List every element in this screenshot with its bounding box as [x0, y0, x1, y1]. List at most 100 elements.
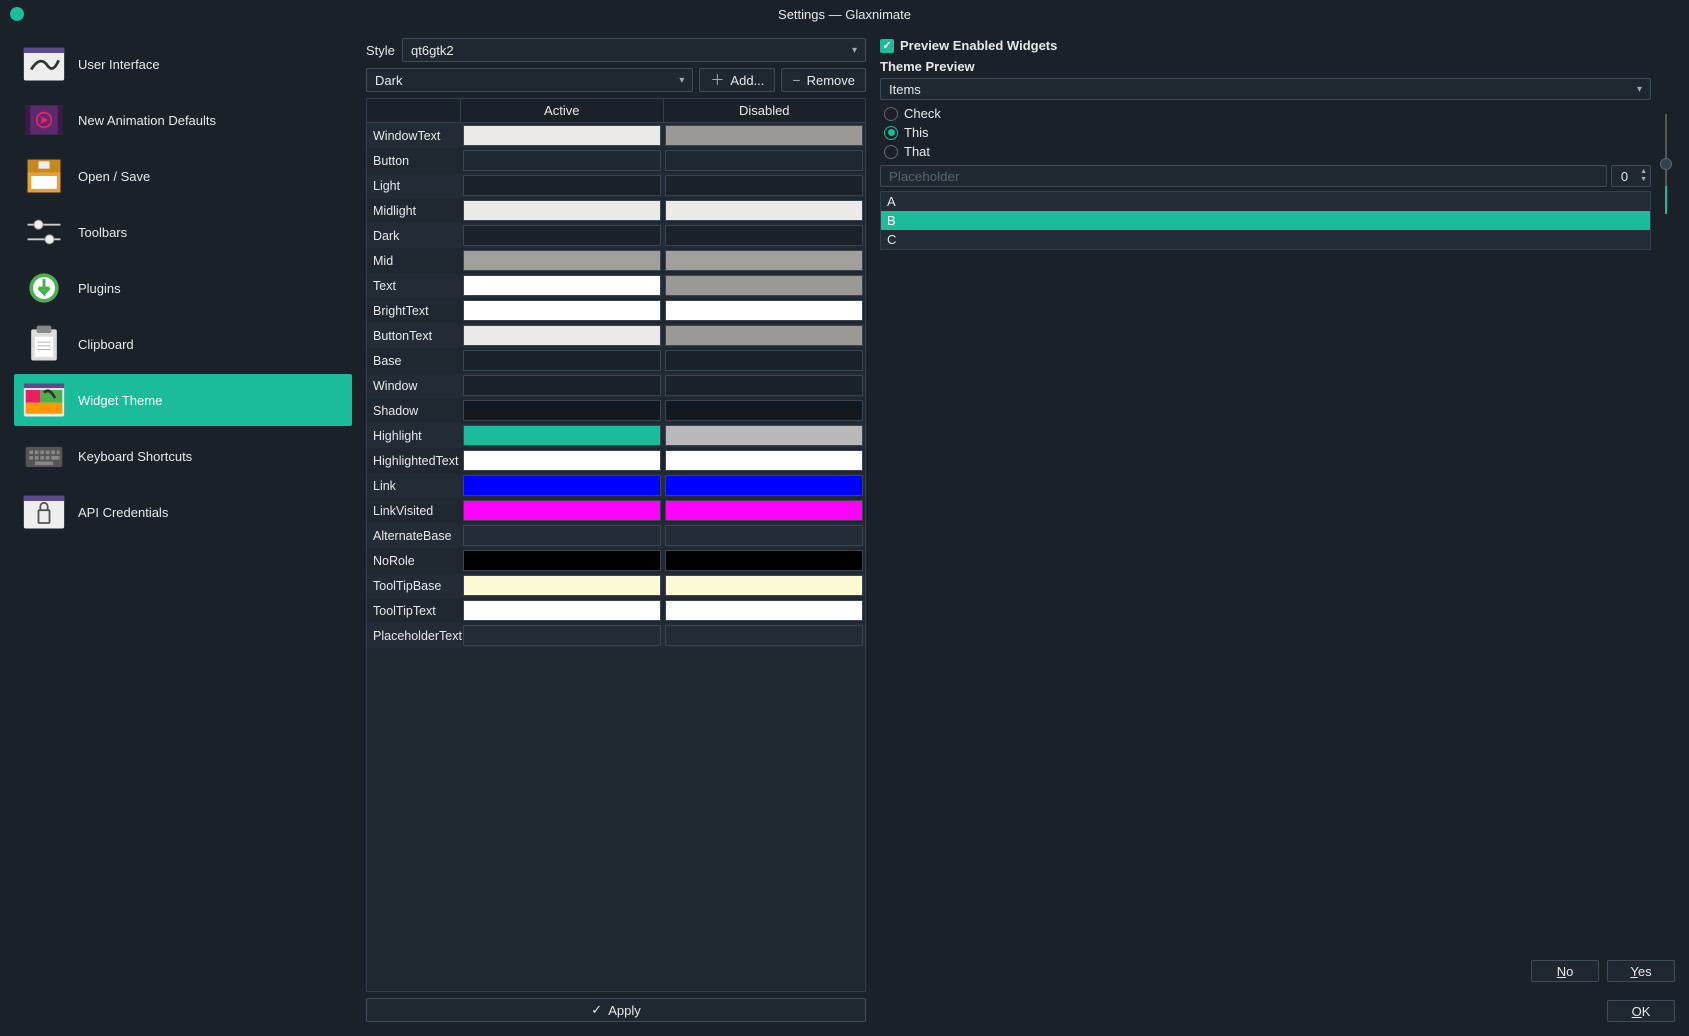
color-row-dark: Dark: [367, 223, 865, 248]
color-swatch-disabled[interactable]: [663, 173, 865, 198]
title-bar: Settings — Glaxnimate: [0, 0, 1689, 28]
color-table: Active Disabled WindowTextButtonLightMid…: [366, 98, 866, 992]
style-label: Style: [366, 43, 394, 58]
color-swatch-active[interactable]: [461, 423, 663, 448]
color-swatch-active[interactable]: [461, 323, 663, 348]
color-swatch-disabled[interactable]: [663, 473, 865, 498]
color-row-label: Link: [367, 473, 461, 498]
color-swatch-disabled[interactable]: [663, 598, 865, 623]
sidebar-item-widget-theme[interactable]: Widget Theme: [14, 374, 352, 426]
sidebar: User Interface New Animation DefaultsOpen…: [14, 38, 352, 1022]
preview-spinbox[interactable]: 0 ▲▼: [1611, 165, 1651, 187]
preview-slider[interactable]: [1657, 78, 1675, 250]
preview-text-input[interactable]: [880, 165, 1607, 187]
color-swatch-disabled[interactable]: [663, 523, 865, 548]
sidebar-item-open-save[interactable]: Open / Save: [14, 150, 352, 202]
color-swatch-disabled[interactable]: [663, 623, 865, 648]
radio-button[interactable]: [884, 107, 898, 121]
sidebar-icon: [20, 208, 68, 256]
add-theme-button[interactable]: ＋ Add...: [699, 68, 775, 92]
color-swatch-disabled[interactable]: [663, 498, 865, 523]
preview-dropdown[interactable]: Items: [880, 78, 1651, 100]
color-swatch-active[interactable]: [461, 173, 663, 198]
color-swatch-active[interactable]: [461, 448, 663, 473]
preview-footer: No Yes: [880, 950, 1675, 982]
sidebar-item-user-interface[interactable]: User Interface: [14, 38, 352, 90]
spinbox-arrows[interactable]: ▲▼: [1637, 168, 1650, 184]
color-swatch-disabled[interactable]: [663, 298, 865, 323]
color-swatch-active[interactable]: [461, 148, 663, 173]
color-row-label: Shadow: [367, 398, 461, 423]
color-row-label: LinkVisited: [367, 498, 461, 523]
color-row-base: Base: [367, 348, 865, 373]
preview-enabled-row: Preview Enabled Widgets: [880, 38, 1675, 53]
sidebar-item-label: Plugins: [78, 281, 121, 296]
color-swatch-active[interactable]: [461, 298, 663, 323]
color-swatch-disabled[interactable]: [663, 423, 865, 448]
color-swatch-disabled[interactable]: [663, 548, 865, 573]
radio-button[interactable]: [884, 126, 898, 140]
color-swatch-disabled[interactable]: [663, 273, 865, 298]
color-swatch-disabled[interactable]: [663, 573, 865, 598]
sidebar-item-new-animation-defaults[interactable]: New Animation Defaults: [14, 94, 352, 146]
apply-label: Apply: [608, 1003, 641, 1018]
sidebar-item-clipboard[interactable]: Clipboard: [14, 318, 352, 370]
color-swatch-active[interactable]: [461, 373, 663, 398]
color-swatch-active[interactable]: [461, 398, 663, 423]
color-swatch-active[interactable]: [461, 248, 663, 273]
color-swatch-active[interactable]: [461, 273, 663, 298]
theme-dropdown[interactable]: Dark: [366, 68, 693, 92]
sidebar-item-label: User Interface: [78, 57, 160, 72]
sidebar-icon: [20, 376, 68, 424]
color-row-tooltipbase: ToolTipBase: [367, 573, 865, 598]
color-swatch-disabled[interactable]: [663, 248, 865, 273]
color-swatch-active[interactable]: [461, 348, 663, 373]
color-swatch-active[interactable]: [461, 548, 663, 573]
color-swatch-disabled[interactable]: [663, 198, 865, 223]
sidebar-item-toolbars[interactable]: Toolbars: [14, 206, 352, 258]
preview-enabled-checkbox[interactable]: [880, 39, 894, 53]
sidebar-item-api-credentials[interactable]: API Credentials: [14, 486, 352, 538]
sidebar-item-plugins[interactable]: Plugins: [14, 262, 352, 314]
color-swatch-active[interactable]: [461, 123, 663, 148]
list-item[interactable]: A: [881, 192, 1650, 211]
yes-button[interactable]: Yes: [1607, 960, 1675, 982]
color-swatch-disabled[interactable]: [663, 323, 865, 348]
ok-button[interactable]: OK: [1607, 1000, 1675, 1022]
dialog-footer: OK: [880, 990, 1675, 1022]
radio-row-this[interactable]: This: [880, 123, 1651, 142]
radio-button[interactable]: [884, 145, 898, 159]
color-swatch-disabled[interactable]: [663, 373, 865, 398]
color-swatch-active[interactable]: [461, 623, 663, 648]
color-swatch-active[interactable]: [461, 573, 663, 598]
preview-list[interactable]: ABC: [880, 191, 1651, 250]
remove-theme-button[interactable]: − Remove: [781, 68, 866, 92]
list-item[interactable]: C: [881, 230, 1650, 249]
radio-row-that[interactable]: That: [880, 142, 1651, 161]
main-panel: Style qt6gtk2 Dark ＋ Add... − Remove: [366, 38, 1675, 1022]
apply-button[interactable]: ✓ Apply: [366, 998, 866, 1022]
list-item[interactable]: B: [881, 211, 1650, 230]
sidebar-icon: [20, 264, 68, 312]
preview-title: Theme Preview: [880, 59, 1675, 74]
color-table-header: Active Disabled: [367, 99, 865, 123]
color-swatch-disabled[interactable]: [663, 348, 865, 373]
style-dropdown[interactable]: qt6gtk2: [402, 38, 866, 62]
color-swatch-disabled[interactable]: [663, 398, 865, 423]
color-swatch-active[interactable]: [461, 598, 663, 623]
sidebar-item-keyboard-shortcuts[interactable]: Keyboard Shortcuts: [14, 430, 352, 482]
color-swatch-active[interactable]: [461, 223, 663, 248]
color-swatch-disabled[interactable]: [663, 223, 865, 248]
window-close-button[interactable]: [10, 7, 24, 21]
color-swatch-active[interactable]: [461, 498, 663, 523]
radio-row-check[interactable]: Check: [880, 104, 1651, 123]
color-row-label: WindowText: [367, 123, 461, 148]
color-swatch-active[interactable]: [461, 523, 663, 548]
color-swatch-active[interactable]: [461, 473, 663, 498]
slider-thumb[interactable]: [1660, 158, 1672, 170]
color-swatch-disabled[interactable]: [663, 148, 865, 173]
no-button[interactable]: No: [1531, 960, 1599, 982]
color-swatch-active[interactable]: [461, 198, 663, 223]
color-swatch-disabled[interactable]: [663, 448, 865, 473]
color-swatch-disabled[interactable]: [663, 123, 865, 148]
